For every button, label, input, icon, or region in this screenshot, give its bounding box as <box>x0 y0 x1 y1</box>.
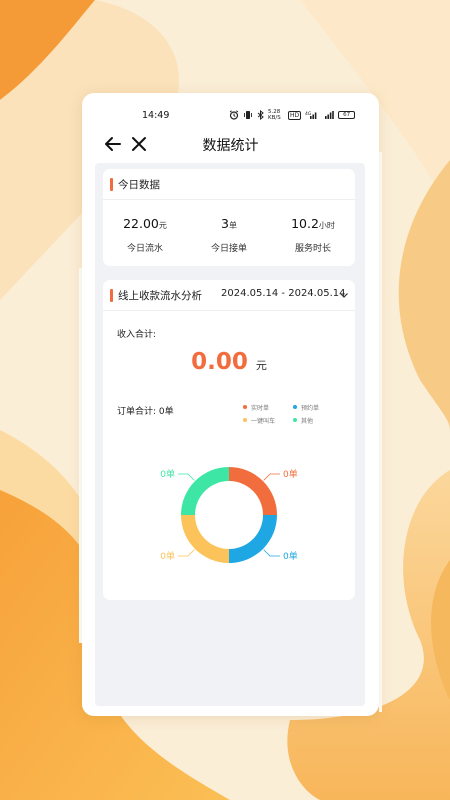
divider <box>103 310 355 311</box>
legend-swatch <box>293 418 297 422</box>
slice-label-0: 0单 <box>283 468 298 480</box>
status-time: 14:49 <box>142 110 170 121</box>
analysis-card-header: 线上收款流水分析 2024.05.14 - 2024.05.14 <box>103 280 355 310</box>
legend-swatch <box>243 405 247 409</box>
divider <box>103 199 355 200</box>
stat-value: 3 <box>221 216 229 231</box>
bluetooth-icon <box>257 110 264 120</box>
section-accent-bar <box>110 289 113 302</box>
analysis-card: 线上收款流水分析 2024.05.14 - 2024.05.14 收入合计: 0… <box>103 280 355 600</box>
income-total-unit: 元 <box>255 359 267 372</box>
section-accent-bar <box>110 178 113 191</box>
legend-label: 其他 <box>301 418 314 425</box>
legend-item: 一键叫车 <box>243 416 275 425</box>
nav-bar: 数据统计 <box>82 129 379 161</box>
stat-unit: 小时 <box>318 221 335 230</box>
legend-label: 实时单 <box>251 405 270 412</box>
date-range-picker[interactable]: 2024.05.14 - 2024.05.14 <box>221 288 345 299</box>
svg-text:4G: 4G <box>305 111 312 117</box>
slice-label-3: 0单 <box>160 468 175 480</box>
order-total: 订单合计: 0单 <box>117 407 174 417</box>
income-total-label: 收入合计: <box>117 330 157 340</box>
leader-line-3 <box>177 473 195 481</box>
today-card-title: 今日数据 <box>118 179 160 191</box>
legend-label: 一键叫车 <box>251 418 276 425</box>
phone-screen: 14:49 5.28 KB/S HD 4G 67 数据统计 今日数据 22.00… <box>82 93 379 716</box>
stat-value: 10.2 <box>291 216 319 231</box>
legend-item: 实时单 <box>243 403 269 412</box>
legend-swatch <box>293 405 297 409</box>
today-card-header: 今日数据 <box>103 169 355 199</box>
chevron-down-icon[interactable] <box>339 290 349 300</box>
signal-4g-icon: 4G <box>305 111 317 119</box>
leader-line-2 <box>177 549 195 557</box>
legend-swatch <box>243 418 247 422</box>
stat-today-revenue: 22.00元 今日流水 <box>103 213 187 254</box>
stat-label: 服务时长 <box>294 244 331 254</box>
stat-label: 今日流水 <box>126 244 163 254</box>
status-icons: 5.28 KB/S HD 4G 67 <box>229 109 356 121</box>
today-data-card: 今日数据 22.00元 今日流水 3单 今日接单 10.2小时 服务时长 <box>103 169 355 266</box>
slice-label-2: 0单 <box>160 550 175 562</box>
donut-chart: 0单 0单 0单 0单 <box>160 467 298 563</box>
network-speed-icon: 5.28 KB/S <box>268 109 281 121</box>
signal-icon <box>325 111 334 119</box>
legend-item: 其他 <box>293 416 313 425</box>
stat-value: 22.00 <box>123 216 159 231</box>
leader-line-0 <box>263 473 281 481</box>
income-total: 0.00 元 <box>103 349 355 375</box>
stat-today-orders: 3单 今日接单 <box>187 213 271 254</box>
chart-legend: 实时单 预约单 一键叫车 其他 <box>243 403 353 429</box>
stat-unit: 单 <box>228 221 237 230</box>
battery-icon: 67 <box>338 111 356 119</box>
page-title: 数据统计 <box>202 138 259 154</box>
vibrate-icon <box>244 111 252 119</box>
stat-label: 今日接单 <box>210 244 247 254</box>
legend-label: 预约单 <box>301 405 320 412</box>
slice-label-1: 0单 <box>283 550 298 562</box>
hd-icon: HD <box>288 110 302 120</box>
income-total-value: 0.00 <box>191 349 248 375</box>
legend-item: 预约单 <box>293 403 319 412</box>
leader-line-1 <box>263 549 281 557</box>
phone-edge-right <box>379 152 382 712</box>
stat-service-hours: 10.2小时 服务时长 <box>271 213 355 254</box>
content-area: 今日数据 22.00元 今日流水 3单 今日接单 10.2小时 服务时长 线上收… <box>95 163 365 706</box>
alarm-icon <box>229 110 239 120</box>
stat-unit: 元 <box>158 221 167 230</box>
analysis-card-title: 线上收款流水分析 <box>118 290 202 302</box>
